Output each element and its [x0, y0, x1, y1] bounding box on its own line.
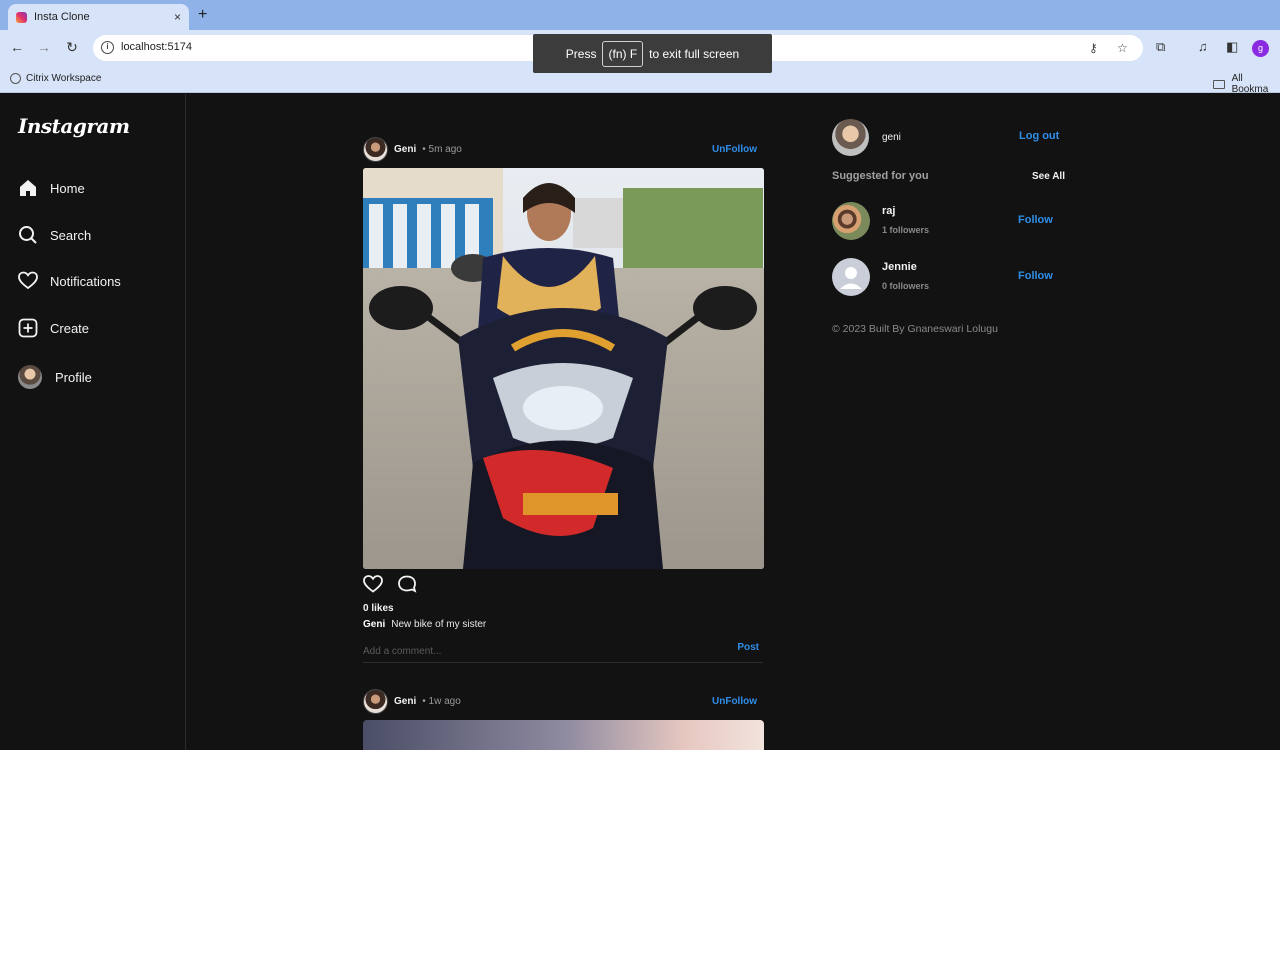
comment-icon[interactable] — [397, 575, 417, 593]
url-text: localhost:5174 — [121, 41, 192, 53]
suggestion-name[interactable]: raj — [882, 205, 895, 217]
folder-icon — [1213, 79, 1225, 89]
like-heart-icon[interactable] — [363, 575, 383, 593]
bookmark-all[interactable]: All Bookma — [1213, 73, 1280, 95]
citrix-icon — [10, 73, 21, 84]
current-user: geni Log out — [832, 118, 1072, 156]
follow-button[interactable]: Follow — [1018, 214, 1053, 226]
browser-profile-avatar[interactable]: g — [1252, 40, 1269, 57]
screen: Insta Clone × + ← → ↻ i localhost:5174 ⚷… — [0, 0, 1280, 750]
tab-strip: Insta Clone × + — [0, 0, 1280, 30]
comment-row: Post — [363, 641, 763, 663]
tab-title: Insta Clone — [34, 11, 90, 23]
suggested-heading: Suggested for you — [832, 170, 929, 182]
current-user-name[interactable]: geni — [882, 132, 901, 143]
footer-credit: © 2023 Built By Gnaneswari Lolugu — [832, 323, 998, 335]
search-icon — [19, 226, 37, 244]
logout-button[interactable]: Log out — [1019, 130, 1059, 142]
bookmark-star-icon[interactable]: ☆ — [1117, 41, 1128, 55]
bookmark-citrix-label: Citrix Workspace — [26, 73, 102, 84]
post-header: Geni • 5m ago UnFollow — [363, 136, 763, 162]
new-tab-button[interactable]: + — [198, 6, 207, 24]
instagram-logo[interactable]: Instagram — [18, 114, 130, 138]
extensions-icon[interactable]: ⧉ — [1156, 39, 1165, 55]
unfollow-button[interactable]: UnFollow — [712, 144, 757, 155]
suggestion-item: Jennie 0 followers Follow — [832, 258, 1072, 296]
forward-icon[interactable]: → — [35, 39, 53, 55]
sidebar-item-search[interactable]: Search — [18, 225, 91, 245]
post-actions — [363, 575, 417, 593]
post-username[interactable]: Geni — [394, 144, 416, 155]
suggestion-followers: 1 followers — [882, 225, 930, 235]
post-header: Geni • 1w ago UnFollow — [363, 688, 763, 714]
post-username[interactable]: Geni — [394, 696, 416, 707]
post-time: • 1w ago — [422, 695, 461, 707]
sidebar-item-profile[interactable]: Profile — [18, 365, 92, 389]
sidebar-item-label: Create — [50, 320, 90, 336]
caption-text: New bike of my sister — [391, 619, 487, 630]
default-avatar[interactable] — [832, 258, 870, 296]
home-icon — [20, 180, 36, 196]
post-photo-illustration — [363, 168, 764, 569]
bookmark-all-label: All Bookma — [1231, 73, 1269, 95]
fullscreen-press-text: Press — [565, 46, 597, 61]
password-key-icon[interactable]: ⚷ — [1089, 41, 1098, 55]
suggestion-avatar[interactable] — [832, 202, 870, 240]
fullscreen-message: to exit full screen — [649, 46, 740, 61]
browser-tab[interactable]: Insta Clone × — [8, 4, 189, 30]
sidebar-item-label: Profile — [55, 369, 92, 385]
media-control-icon[interactable]: ♫ — [1198, 39, 1208, 54]
suggestion-name[interactable]: Jennie — [882, 261, 917, 273]
unfollow-button[interactable]: UnFollow — [712, 696, 757, 707]
caption-username[interactable]: Geni — [363, 619, 385, 630]
suggestion-followers: 0 followers — [882, 281, 930, 291]
sidebar: Instagram Home Search Notifications Crea… — [0, 94, 186, 750]
fullscreen-key: (fn) F — [602, 40, 644, 67]
follow-button[interactable]: Follow — [1018, 270, 1053, 282]
sidebar-item-label: Home — [50, 180, 85, 196]
comment-input[interactable] — [363, 646, 693, 657]
bookmark-citrix[interactable]: Citrix Workspace — [10, 73, 101, 84]
close-tab-icon[interactable]: × — [174, 10, 181, 24]
current-user-avatar[interactable] — [832, 118, 869, 156]
post-avatar[interactable] — [363, 136, 388, 162]
back-icon[interactable]: ← — [8, 39, 26, 55]
sidebar-item-create[interactable]: Create — [18, 318, 89, 338]
post-image[interactable] — [363, 720, 764, 750]
post-comment-button[interactable]: Post — [737, 642, 759, 653]
reload-icon[interactable]: ↻ — [63, 39, 81, 56]
heart-icon — [18, 271, 38, 290]
see-all-link[interactable]: See All — [1032, 171, 1065, 182]
profile-avatar — [18, 365, 42, 389]
suggestion-item: raj 1 followers Follow — [832, 202, 1072, 240]
site-info-icon[interactable]: i — [101, 41, 114, 54]
post-time: • 5m ago — [422, 143, 462, 155]
side-panel-icon[interactable]: ◧ — [1226, 39, 1238, 55]
post-image[interactable] — [363, 168, 764, 569]
instagram-favicon-icon — [16, 11, 27, 23]
post-avatar[interactable] — [363, 688, 388, 714]
plus-square-icon — [18, 318, 38, 338]
sidebar-item-notifications[interactable]: Notifications — [18, 271, 121, 291]
sidebar-item-home[interactable]: Home — [18, 178, 85, 198]
sidebar-item-label: Notifications — [50, 273, 121, 289]
user-silhouette-icon — [840, 267, 862, 289]
post-caption: Geni New bike of my sister — [363, 619, 486, 630]
likes-count: 0 likes — [363, 603, 394, 614]
sidebar-item-label: Search — [50, 227, 92, 243]
fullscreen-toast: Press (fn) F to exit full screen — [533, 34, 772, 73]
